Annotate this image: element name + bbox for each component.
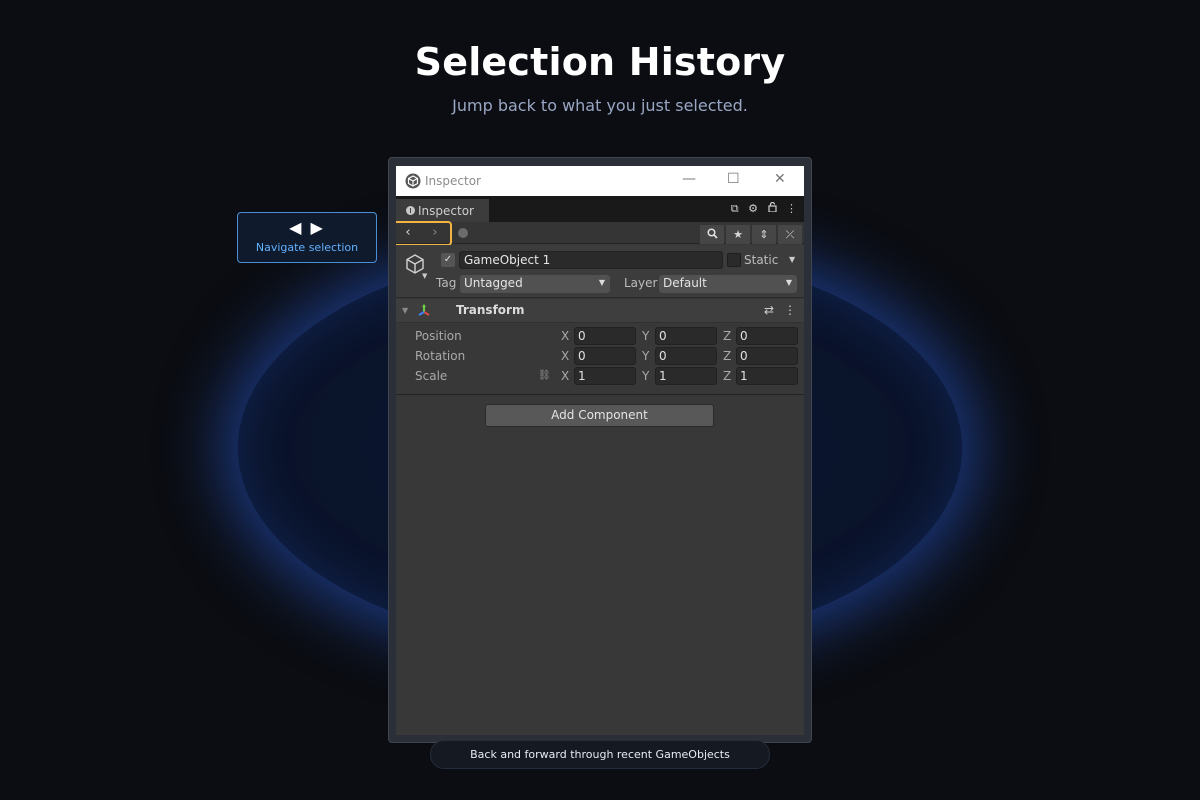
title-bar: Inspector — ☐ ✕ — [396, 166, 804, 196]
rotation-label: Rotation — [415, 349, 466, 363]
page-title: Selection History — [414, 40, 786, 84]
axis-y-label: Y — [642, 349, 650, 363]
axis-z-label: Z — [723, 329, 732, 343]
collapse-icon[interactable]: ⤫ — [778, 225, 802, 244]
axis-z-label: Z — [723, 369, 732, 383]
axis-z-label: Z — [723, 349, 732, 363]
axis-y-label: Y — [642, 329, 650, 343]
fold-caret-icon[interactable]: ▼ — [402, 306, 408, 315]
position-y-field[interactable]: 0 — [655, 327, 717, 345]
arrows-icon: ◀ ▶ — [289, 218, 325, 237]
minimize-button[interactable]: — — [682, 171, 696, 187]
inspector-window: Inspector — ☐ ✕ Inspector ⧉ ⚙ ⋮ ‹ › ★ ⇕ ⤫ — [396, 166, 804, 735]
component-icons: ⇄ ⋮ — [754, 303, 796, 317]
layer-dropdown[interactable]: Default ▼ — [659, 275, 797, 293]
expand-icon[interactable]: ⇕ — [752, 225, 776, 244]
history-dropdown-icon[interactable] — [458, 228, 468, 238]
rotation-z-field[interactable]: 0 — [736, 347, 798, 365]
position-label: Position — [415, 329, 462, 343]
more-icon[interactable]: ⋮ — [784, 303, 796, 317]
callout-label: Navigate selection — [255, 241, 359, 254]
chevron-down-icon: ▼ — [598, 278, 605, 287]
static-dropdown-caret[interactable]: ▼ — [789, 255, 795, 264]
gameobject-header: ▼ ✓ GameObject 1 Static ▼ Tag Untagged ▼… — [396, 245, 804, 298]
tag-value: Untagged — [464, 276, 523, 290]
scale-y-field[interactable]: 1 — [655, 367, 717, 385]
tab-inspector[interactable]: Inspector — [396, 199, 489, 222]
rotation-y-field[interactable]: 0 — [655, 347, 717, 365]
open-window-icon[interactable]: ⧉ — [731, 202, 739, 216]
static-checkbox[interactable] — [727, 253, 741, 267]
navigate-selection-callout: ◀ ▶ Navigate selection — [237, 212, 377, 263]
caption-pill: Back and forward through recent GameObje… — [430, 740, 770, 769]
gameobject-name-field[interactable]: GameObject 1 — [459, 251, 723, 269]
position-x-field[interactable]: 0 — [574, 327, 636, 345]
transform-header[interactable]: ▼ Transform ⇄ ⋮ — [396, 299, 804, 323]
chevron-down-icon: ▼ — [785, 278, 792, 287]
axis-x-label: X — [561, 369, 570, 383]
component-title: Transform — [456, 303, 525, 317]
lock-icon[interactable] — [767, 201, 777, 215]
maximize-button[interactable]: ☐ — [727, 171, 740, 187]
presets-icon[interactable]: ⇄ — [764, 303, 774, 317]
axis-y-label: Y — [642, 369, 650, 383]
layer-label: Layer — [624, 276, 658, 290]
position-z-field[interactable]: 0 — [736, 327, 798, 345]
scale-x-field[interactable]: 1 — [574, 367, 636, 385]
scale-z-field[interactable]: 1 — [736, 367, 798, 385]
tag-dropdown[interactable]: Untagged ▼ — [460, 275, 610, 293]
add-component-button[interactable]: Add Component — [485, 404, 714, 427]
search-icon[interactable] — [700, 225, 724, 244]
back-button[interactable]: ‹ — [396, 224, 420, 243]
active-checkbox[interactable]: ✓ — [441, 253, 455, 267]
transform-component: ▼ Transform ⇄ ⋮ Position X 0 Y 0 Z 0 Rota… — [396, 299, 804, 395]
tab-bar: Inspector ⧉ ⚙ ⋮ — [396, 196, 804, 222]
tab-icons: ⧉ ⚙ ⋮ — [725, 201, 797, 216]
more-icon[interactable]: ⋮ — [786, 202, 797, 215]
close-button[interactable]: ✕ — [774, 171, 786, 187]
axis-x-label: X — [561, 329, 570, 343]
window-title: Inspector — [425, 174, 481, 188]
tag-label: Tag — [436, 276, 457, 290]
icon-dropdown-caret[interactable]: ▼ — [422, 272, 427, 280]
inspector-tools: ★ ⇕ ⤫ — [698, 223, 802, 244]
star-icon[interactable]: ★ — [726, 225, 750, 244]
scale-row: Scale ⛓ X 1 Y 1 Z 1 — [396, 366, 804, 386]
unity-logo-icon — [405, 173, 421, 189]
link-icon[interactable]: ⛓ — [538, 370, 551, 381]
static-label: Static — [744, 253, 779, 267]
rotation-row: Rotation X 0 Y 0 Z 0 — [396, 346, 804, 366]
layer-value: Default — [663, 276, 707, 290]
transform-icon — [418, 304, 430, 316]
info-icon — [406, 206, 415, 215]
rotation-x-field[interactable]: 0 — [574, 347, 636, 365]
position-row: Position X 0 Y 0 Z 0 — [396, 326, 804, 346]
scale-label: Scale — [415, 369, 448, 383]
axis-x-label: X — [561, 349, 570, 363]
forward-button[interactable]: › — [423, 224, 447, 243]
page-subtitle: Jump back to what you just selected. — [452, 96, 748, 115]
selection-history-bar: ‹ › ★ ⇕ ⤫ — [396, 221, 804, 246]
gear-icon[interactable]: ⚙ — [748, 202, 758, 215]
tab-label: Inspector — [418, 204, 474, 218]
